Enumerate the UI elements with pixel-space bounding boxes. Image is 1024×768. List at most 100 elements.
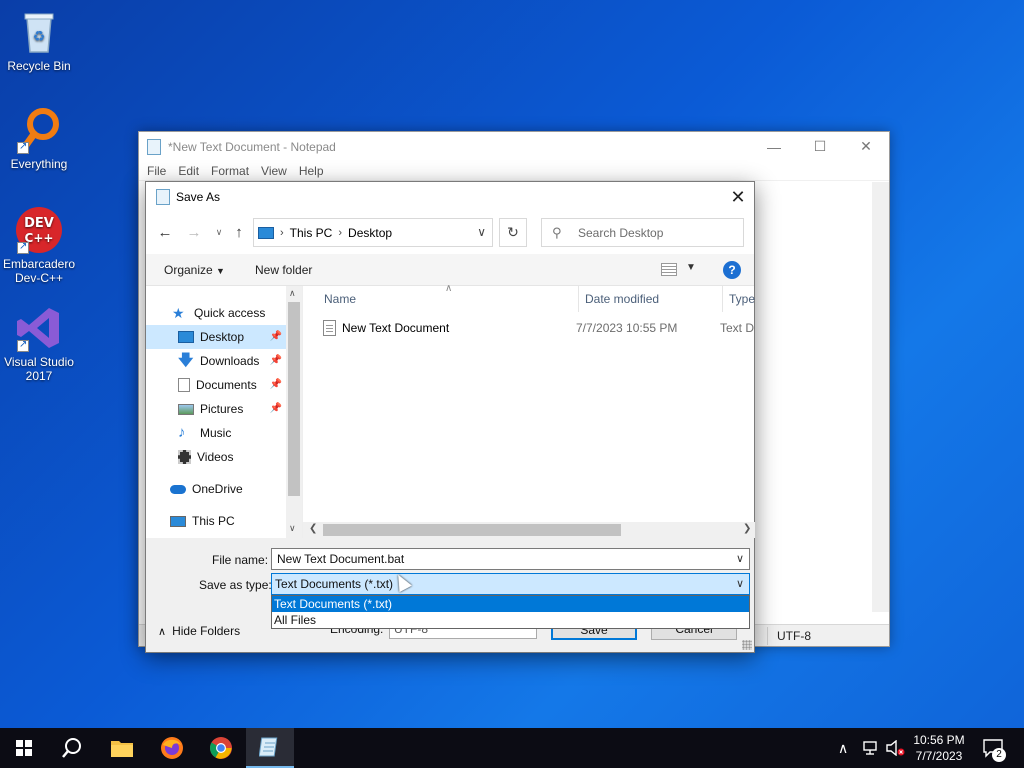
maximize-icon[interactable]: ☐ — [797, 132, 843, 161]
devcpp-icon: DEV C++ — [15, 206, 63, 254]
scrollbar-thumb[interactable] — [323, 524, 621, 536]
navigation-pane: ★ Quick access Desktop 📌 🡇 Downloads 📌 D… — [146, 286, 302, 538]
file-name-value: New Text Document.bat — [277, 552, 405, 566]
save-as-dialog: Save As ✕ ← → ∨ ↑ › This PC › Desktop ∨ … — [145, 181, 755, 653]
pin-icon[interactable]: 📌 — [270, 403, 282, 414]
column-header-type[interactable]: Type — [729, 292, 755, 306]
sidebar-item-videos[interactable]: Videos — [146, 445, 286, 469]
scroll-up-arrow-icon[interactable]: ∧ — [289, 288, 296, 299]
column-header-date[interactable]: Date modified — [585, 292, 659, 306]
save-as-type-dropdown: Text Documents (*.txt) All Files — [271, 595, 750, 629]
notepad-vertical-scrollbar[interactable] — [872, 182, 889, 612]
clock-time: 10:56 PM — [913, 733, 965, 747]
save-as-type-label: Save as type: — [199, 578, 272, 592]
system-clock[interactable]: 10:56 PM 7/7/2023 — [906, 732, 972, 764]
action-center-button[interactable]: 2 — [982, 728, 1006, 768]
search-icon: ⚲ — [552, 224, 562, 240]
menu-format[interactable]: Format — [205, 164, 255, 178]
file-type: Text D — [720, 321, 755, 335]
desktop-icon-label: Visual Studio 2017 — [4, 355, 74, 383]
refresh-button[interactable]: ↻ — [499, 218, 527, 247]
scroll-left-arrow-icon[interactable]: ❮ — [309, 523, 317, 534]
chevron-down-icon[interactable]: ∨ — [736, 552, 744, 565]
sidebar-item-pictures[interactable]: Pictures 📌 — [146, 397, 286, 421]
search-button[interactable] — [48, 728, 96, 768]
desktop-icon-everything[interactable]: Everything — [1, 106, 77, 171]
sidebar-item-quick-access[interactable]: ★ Quick access — [146, 301, 286, 325]
desktop-icon-recycle-bin[interactable]: ♻ Recycle Bin — [1, 8, 77, 73]
scroll-down-arrow-icon[interactable]: ∨ — [289, 523, 296, 534]
pin-icon[interactable]: 📌 — [270, 379, 282, 390]
file-row[interactable]: New Text Document 7/7/2023 10:55 PM Text… — [323, 318, 755, 338]
up-arrow-icon[interactable]: ↑ — [229, 222, 249, 242]
sidebar-item-this-pc[interactable]: This PC — [146, 509, 286, 533]
sidebar-item-music[interactable]: ♪ Music — [146, 421, 286, 445]
this-pc-icon — [258, 226, 274, 239]
save-as-type-select[interactable]: Text Documents (*.txt) ∨ — [271, 573, 750, 595]
recent-locations-chevron-icon[interactable]: ∨ — [209, 222, 229, 242]
minimize-icon[interactable]: — — [751, 132, 797, 161]
dropdown-option-text-documents[interactable]: Text Documents (*.txt) — [272, 596, 749, 612]
notification-count-badge: 2 — [992, 748, 1006, 762]
forward-arrow-icon[interactable]: → — [184, 222, 204, 242]
chevron-down-icon[interactable]: ∨ — [477, 225, 486, 239]
download-arrow-icon: 🡇 — [178, 352, 194, 369]
file-explorer-button[interactable] — [98, 728, 146, 768]
notepad-menu-bar: File Edit Format View Help — [139, 161, 889, 181]
chevron-down-icon[interactable]: ▼ — [686, 262, 696, 273]
new-folder-button[interactable]: New folder — [255, 263, 312, 277]
organize-button[interactable]: Organize ▼ — [164, 263, 225, 277]
back-arrow-icon[interactable]: ← — [155, 222, 175, 242]
file-list-horizontal-scrollbar[interactable]: ❮ ❯ — [303, 522, 755, 538]
chrome-icon — [210, 737, 232, 759]
dropdown-option-all-files[interactable]: All Files — [272, 612, 749, 628]
chevron-down-icon[interactable]: ∨ — [736, 577, 744, 590]
sidebar-item-desktop[interactable]: Desktop 📌 — [146, 325, 286, 349]
sidebar-item-downloads[interactable]: 🡇 Downloads 📌 — [146, 349, 286, 373]
sidebar-item-onedrive[interactable]: OneDrive — [146, 477, 286, 501]
search-input[interactable]: ⚲ Search Desktop — [541, 218, 744, 247]
scrollbar-thumb[interactable] — [288, 302, 300, 496]
breadcrumb-this-pc[interactable]: This PC — [290, 226, 333, 240]
menu-edit[interactable]: Edit — [172, 164, 205, 178]
shortcut-arrow-icon — [17, 140, 29, 154]
resize-grip[interactable] — [742, 640, 752, 650]
network-icon[interactable] — [861, 728, 879, 768]
help-icon[interactable]: ? — [723, 261, 741, 279]
menu-help[interactable]: Help — [293, 164, 330, 178]
menu-file[interactable]: File — [141, 164, 172, 178]
pin-icon[interactable]: 📌 — [270, 331, 282, 342]
navigation-pane-scrollbar[interactable]: ∧ ∨ — [286, 286, 302, 538]
breadcrumb-desktop[interactable]: Desktop — [348, 226, 392, 240]
desktop-icon — [178, 331, 194, 343]
menu-view[interactable]: View — [255, 164, 293, 178]
sidebar-item-documents[interactable]: Documents 📌 — [146, 373, 286, 397]
volume-muted-icon[interactable] — [885, 728, 905, 768]
close-icon[interactable]: ✕ — [843, 132, 889, 161]
shortcut-arrow-icon — [17, 240, 29, 254]
column-header-name[interactable]: Name — [324, 292, 356, 306]
search-icon — [62, 738, 81, 758]
pin-icon[interactable]: 📌 — [270, 355, 282, 366]
desktop-icon-visual-studio[interactable]: Visual Studio 2017 — [1, 304, 77, 383]
computer-icon — [170, 515, 186, 527]
firefox-icon — [161, 737, 183, 759]
chrome-button[interactable] — [197, 728, 245, 768]
desktop-icon-devcpp[interactable]: DEVC++ Embarcadero Dev-C++ — [1, 206, 77, 285]
file-name-input[interactable]: New Text Document.bat ∨ — [271, 548, 750, 570]
show-hidden-icons-chevron-icon[interactable]: ∧ — [838, 728, 848, 768]
hide-folders-button[interactable]: ∧ Hide Folders — [158, 624, 240, 638]
start-button[interactable] — [0, 728, 48, 768]
dialog-title-bar[interactable]: Save As — [146, 182, 754, 212]
file-name: New Text Document — [342, 321, 450, 335]
firefox-button[interactable] — [148, 728, 196, 768]
notepad-title: *New Text Document - Notepad — [168, 139, 336, 154]
view-options-icon[interactable] — [661, 263, 677, 276]
address-bar[interactable]: › This PC › Desktop ∨ — [253, 218, 493, 247]
notepad-taskbar-button[interactable] — [246, 728, 294, 768]
chevron-up-icon: ∧ — [158, 625, 167, 638]
svg-text:♻: ♻ — [33, 28, 46, 44]
chevron-down-icon: ▼ — [216, 266, 225, 276]
scroll-right-arrow-icon[interactable]: ❯ — [743, 523, 751, 534]
dialog-close-icon[interactable]: ✕ — [722, 182, 754, 212]
